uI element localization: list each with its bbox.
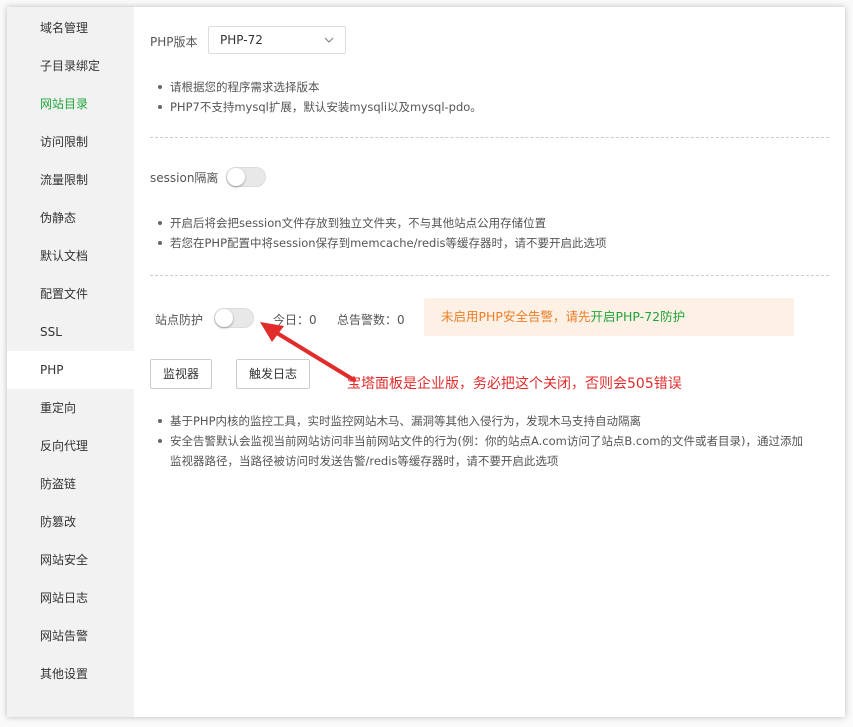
session-isolation-toggle[interactable]	[226, 167, 266, 187]
php-alert-warning: 未启用PHP安全告警，请先开启PHP-72防护	[424, 298, 794, 336]
php-version-value: PHP-72	[220, 33, 263, 47]
sidebar-item-reverse-proxy[interactable]: 反向代理	[7, 427, 134, 465]
toggle-knob	[227, 168, 245, 186]
sidebar-item-php[interactable]: PHP	[7, 351, 134, 389]
sidebar-item-config-file[interactable]: 配置文件	[7, 275, 134, 313]
php-settings-panel: PHP版本 PHP-72 请根据您的程序需求选择版本 PHP7不支持mysql扩…	[134, 7, 845, 717]
tip-item: 基于PHP内核的监控工具，实时监控网站木马、漏洞等其他入侵行为，发现木马支持自动…	[158, 411, 803, 431]
session-tips: 开启后将会把session文件存放到独立文件夹，不与其他站点公用存储位置 若您在…	[150, 213, 607, 253]
tip-item: 若您在PHP配置中将session保存到memcache/redis等缓存器时，…	[158, 233, 607, 253]
sidebar-item-redirect[interactable]: 重定向	[7, 389, 134, 427]
sidebar: 域名管理 子目录绑定 网站目录 访问限制 流量限制 伪静态 默认文档 配置文件 …	[7, 7, 134, 717]
php-version-tips: 请根据您的程序需求选择版本 PHP7不支持mysql扩展，默认安装mysqli以…	[150, 77, 482, 117]
sidebar-item-domain[interactable]: 域名管理	[7, 9, 134, 47]
toggle-knob	[215, 309, 233, 327]
sidebar-item-hotlink[interactable]: 防盗链	[7, 465, 134, 503]
session-isolation-label: session隔离	[150, 171, 219, 185]
alert-warning-text: 未启用PHP安全告警，请先	[441, 309, 591, 324]
enable-php-protection-link[interactable]: 开启PHP-72防护	[590, 309, 685, 324]
sidebar-item-site-alert[interactable]: 网站告警	[7, 617, 134, 655]
chevron-down-icon	[324, 37, 334, 43]
monitor-button[interactable]: 监视器	[150, 359, 212, 389]
sidebar-item-rewrite[interactable]: 伪静态	[7, 199, 134, 237]
tip-item-continued: 监视器路径，当路径被访问时发送告警/redis等缓存器时，请不要开启此选项	[170, 454, 559, 468]
sidebar-item-subdirectory[interactable]: 子目录绑定	[7, 47, 134, 85]
sidebar-item-site-security[interactable]: 网站安全	[7, 541, 134, 579]
site-settings-dialog: 域名管理 子目录绑定 网站目录 访问限制 流量限制 伪静态 默认文档 配置文件 …	[7, 7, 845, 717]
site-protection-tips: 基于PHP内核的监控工具，实时监控网站木马、漏洞等其他入侵行为，发现木马支持自动…	[150, 411, 803, 471]
php-version-label: PHP版本	[150, 35, 198, 49]
sidebar-item-ssl[interactable]: SSL	[7, 313, 134, 351]
divider	[150, 275, 829, 276]
divider	[150, 137, 829, 138]
sidebar-item-tamper-proof[interactable]: 防篡改	[7, 503, 134, 541]
tip-item: 安全告警默认会监视当前网站访问非当前网站文件的行为(例：你的站点A.com访问了…	[158, 431, 803, 451]
annotation-text: 宝塔面板是企业版，务必把这个关闭，否则会505错误	[347, 376, 682, 392]
php-version-select[interactable]: PHP-72	[208, 26, 346, 54]
sidebar-item-access-limit[interactable]: 访问限制	[7, 123, 134, 161]
sidebar-item-default-doc[interactable]: 默认文档	[7, 237, 134, 275]
sidebar-item-traffic-limit[interactable]: 流量限制	[7, 161, 134, 199]
tip-item: PHP7不支持mysql扩展，默认安装mysqli以及mysql-pdo。	[158, 97, 482, 117]
sidebar-item-other-settings[interactable]: 其他设置	[7, 655, 134, 693]
tip-item: 请根据您的程序需求选择版本	[158, 77, 482, 97]
site-protection-toggle[interactable]	[214, 308, 254, 328]
sidebar-item-site-log[interactable]: 网站日志	[7, 579, 134, 617]
sidebar-item-site-directory[interactable]: 网站目录	[7, 85, 134, 123]
tip-item: 开启后将会把session文件存放到独立文件夹，不与其他站点公用存储位置	[158, 213, 607, 233]
site-protection-label: 站点防护	[155, 313, 204, 327]
